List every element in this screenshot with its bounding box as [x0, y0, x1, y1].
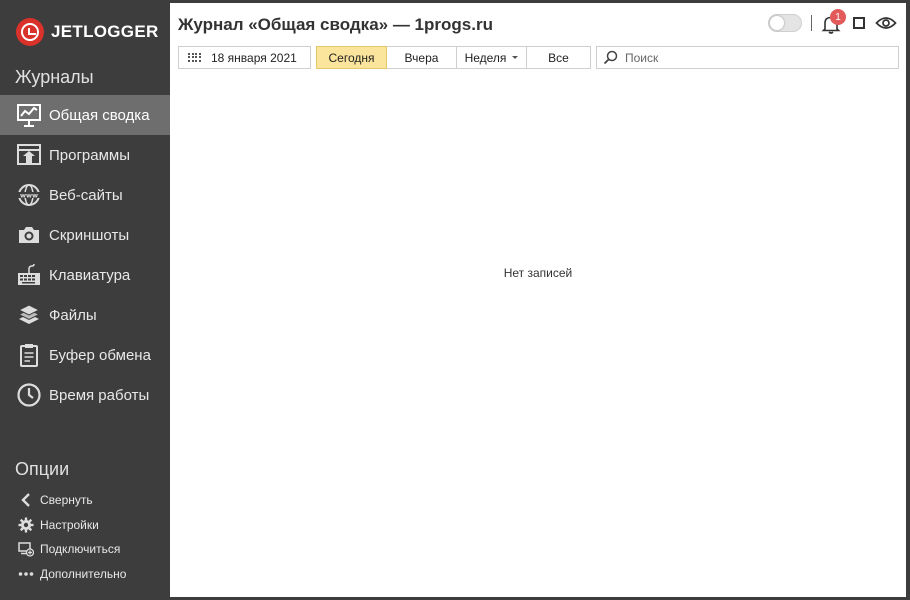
notification-badge: 1 — [830, 9, 846, 25]
sidebar-item-screenshots[interactable]: Скриншоты — [0, 215, 170, 255]
gear-icon — [17, 516, 34, 533]
sidebar-item-programs[interactable]: Программы — [0, 135, 170, 175]
clipboard-icon — [16, 342, 42, 368]
sidebar-item-label: Клавиатура — [49, 266, 131, 284]
option-label: Подключиться — [40, 542, 121, 557]
sidebar-item-keyboard[interactable]: Клавиатура — [0, 255, 170, 295]
globe-www-icon: www — [16, 182, 42, 208]
files-icon — [16, 302, 42, 328]
date-label: 18 января 2021 — [211, 50, 297, 65]
options-heading: Опции — [15, 459, 70, 479]
journals-nav: Общая сводка Программы www Веб-сайты Скр… — [0, 95, 170, 415]
logo: JETLOGGER — [16, 18, 159, 46]
sidebar-item-label: Файлы — [49, 306, 97, 324]
svg-text:www: www — [20, 192, 38, 200]
date-picker-button[interactable]: 18 января 2021 — [178, 46, 311, 69]
sidebar-item-label: Буфер обмена — [49, 346, 151, 364]
sidebar-item-label: Скриншоты — [49, 226, 130, 244]
more-dots-icon — [17, 565, 34, 582]
period-today-button[interactable]: Сегодня — [316, 46, 387, 69]
calendar-grid-icon — [188, 52, 201, 63]
header-divider — [811, 15, 812, 31]
search-icon — [603, 50, 618, 65]
connect-icon — [17, 541, 34, 558]
option-label: Свернуть — [40, 493, 93, 508]
options-nav: Свернуть Настройки Подключиться Дополнит… — [0, 488, 170, 586]
sidebar-item-label: Время работы — [49, 386, 150, 404]
logo-clock-icon — [16, 18, 44, 46]
period-toolbar: 18 января 2021 Сегодня Вчера Неделя Все — [178, 46, 591, 69]
more-button[interactable]: Дополнительно — [0, 562, 170, 587]
window-mode-button[interactable] — [853, 17, 865, 29]
sidebar-item-files[interactable]: Файлы — [0, 295, 170, 335]
option-label: Настройки — [40, 517, 99, 532]
connect-button[interactable]: Подключиться — [0, 537, 170, 562]
sidebar: JETLOGGER Журналы Общая сводка Программы… — [0, 0, 170, 600]
collapse-button[interactable]: Свернуть — [0, 488, 170, 513]
period-week-label: Неделя — [464, 50, 507, 65]
camera-icon — [16, 222, 42, 248]
eye-icon[interactable] — [875, 14, 897, 32]
period-all-button[interactable]: Все — [527, 46, 591, 69]
logging-toggle[interactable] — [768, 14, 802, 32]
caret-down-icon — [512, 56, 519, 59]
search-box — [596, 46, 899, 69]
sidebar-item-label: Программы — [49, 146, 131, 164]
brand-name: JETLOGGER — [51, 22, 159, 41]
period-week-dropdown[interactable]: Неделя — [457, 46, 527, 69]
period-selector: Сегодня Вчера Неделя Все — [316, 46, 591, 69]
keyboard-icon — [16, 262, 42, 288]
sidebar-item-websites[interactable]: www Веб-сайты — [0, 175, 170, 215]
sidebar-item-label: Общая сводка — [49, 106, 150, 124]
empty-state-text: Нет записей — [503, 266, 573, 280]
programs-icon — [16, 142, 42, 168]
settings-button[interactable]: Настройки — [0, 513, 170, 538]
period-yesterday-button[interactable]: Вчера — [387, 46, 457, 69]
summary-chart-icon — [16, 102, 42, 128]
clock-icon — [16, 382, 42, 408]
option-label: Дополнительно — [40, 566, 127, 581]
sidebar-item-clipboard[interactable]: Буфер обмена — [0, 335, 170, 375]
journals-heading: Журналы — [15, 67, 94, 87]
search-input[interactable] — [625, 50, 885, 65]
main-panel: Журнал «Общая сводка» — 1progs.ru 1 18 я… — [170, 3, 906, 597]
sidebar-item-summary[interactable]: Общая сводка — [0, 95, 170, 135]
page-title: Журнал «Общая сводка» — 1progs.ru — [178, 15, 493, 34]
sidebar-item-worktime[interactable]: Время работы — [0, 375, 170, 415]
chevron-left-icon — [17, 492, 34, 509]
sidebar-item-label: Веб-сайты — [49, 186, 123, 204]
